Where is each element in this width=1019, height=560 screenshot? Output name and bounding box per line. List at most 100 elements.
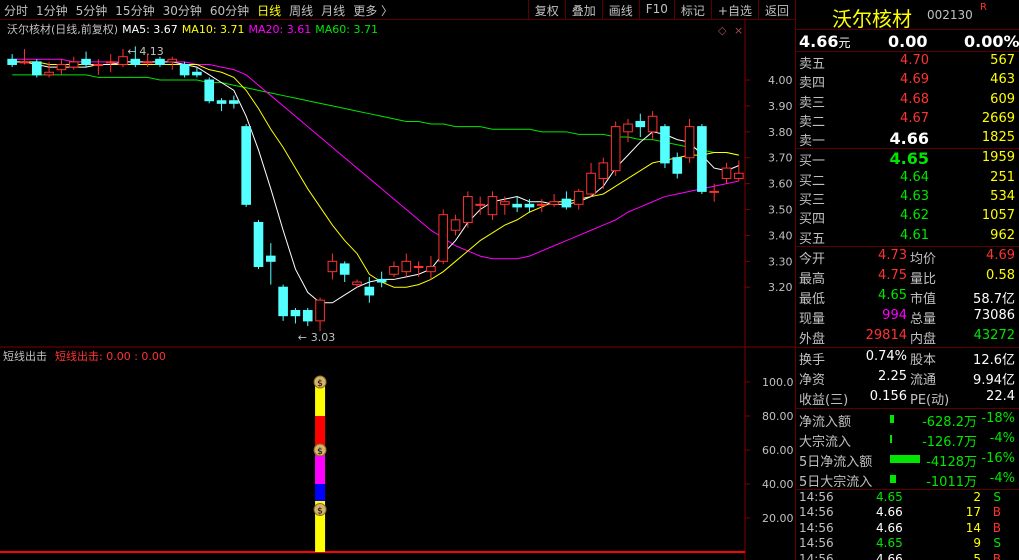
stat-value: 58.7亿: [973, 291, 1015, 307]
candle: [278, 284, 288, 321]
level-label: 卖二: [799, 114, 826, 130]
stock-mark: R: [980, 2, 987, 13]
flow-label: 5日大宗流入: [799, 474, 873, 490]
bid-row[interactable]: 买四 4.62 1057: [796, 207, 1019, 227]
trade-stats: 今开 4.73 均价 4.69 最高 4.75 量比 0.58 最低 4.65 市值 58.7亿 现量 9…: [796, 247, 1019, 348]
ind-tick-label: 60.00: [762, 444, 794, 457]
low-marker: ←: [298, 331, 307, 344]
period-tab[interactable]: 15分钟: [115, 4, 154, 18]
stat-label: 换手: [799, 352, 826, 368]
period-tab[interactable]: 更多 〉: [353, 4, 393, 18]
candle: [204, 77, 215, 104]
price-row: 4.66元 0.00 0.00%: [796, 30, 1019, 52]
quote-panel: 沃尔核材 002130 R 4.66元 0.00 0.00% 卖五 4.70 567…: [795, 0, 1019, 560]
candle: [31, 59, 42, 78]
stat-row: 收益(三) 0.156 PE(动) 22.4: [796, 388, 1019, 408]
level-price: 4.61: [900, 227, 929, 243]
tick-volume: 2: [973, 489, 981, 504]
bid-row[interactable]: 买五 4.61 962: [796, 227, 1019, 247]
ask-row[interactable]: 卖一 4.66 1825: [796, 129, 1019, 149]
tick-volume: 9: [973, 536, 981, 551]
period-tab[interactable]: 30分钟: [163, 4, 202, 18]
level-price: 4.65: [889, 149, 929, 169]
ask-row[interactable]: 卖四 4.69 463: [796, 71, 1019, 91]
stat-row: 今开 4.73 均价 4.69: [796, 247, 1019, 267]
tick-price: 4.65: [876, 489, 903, 504]
level-price: 4.62: [900, 208, 929, 224]
tool-button[interactable]: +自选: [710, 0, 758, 20]
candle: [438, 209, 449, 264]
tick-row: 14:56 4.66 17 B: [796, 505, 1019, 520]
bid-row[interactable]: 买二 4.64 251: [796, 169, 1019, 189]
ask-row[interactable]: 卖三 4.68 609: [796, 91, 1019, 111]
level-price: 4.66: [889, 129, 929, 149]
high-label: 4.13: [139, 45, 164, 58]
stat-value: 4.73: [878, 247, 907, 263]
tool-button[interactable]: 画线: [601, 0, 639, 20]
period-tab[interactable]: 周线: [289, 4, 313, 18]
flow-pct: -4%: [989, 470, 1015, 486]
stat-value: 4.69: [986, 247, 1015, 263]
tool-button[interactable]: 复权: [527, 0, 565, 20]
bid-row[interactable]: 买三 4.63 534: [796, 188, 1019, 208]
ask-row[interactable]: 卖五 4.70 567: [796, 52, 1019, 72]
tick-row: 14:56 4.66 14 B: [796, 521, 1019, 536]
stat-row: 现量 994 总量 73086: [796, 307, 1019, 327]
svg-text:$: $: [317, 507, 323, 517]
period-tab[interactable]: 5分钟: [76, 4, 108, 18]
indicator-name: 短线出击: [3, 349, 47, 363]
chart-bg: [0, 20, 795, 560]
level-price: 4.69: [900, 72, 929, 88]
stat-label: 今开: [799, 251, 826, 267]
flow-row: 5日净流入额 -4128万 -16%: [796, 449, 1019, 470]
legend-item: MA20: 3.61: [249, 23, 312, 36]
flow-label: 5日净流入额: [799, 454, 873, 470]
period-tab[interactable]: 60分钟: [210, 4, 249, 18]
last-price: 4.66元: [799, 32, 851, 51]
candle: [463, 191, 473, 228]
y-tick-label: 4.00: [768, 74, 793, 87]
flow-bar: [890, 414, 894, 423]
flow-value: -4128万: [926, 454, 977, 470]
stat-label: 市值: [910, 291, 937, 307]
period-tab[interactable]: 日线: [257, 4, 281, 18]
stock-name: 沃尔核材: [832, 7, 912, 31]
stat-value: 9.94亿: [973, 372, 1015, 388]
legend-item: MA60: 3.71: [315, 23, 378, 36]
tool-button[interactable]: 标记: [673, 0, 711, 20]
candle: [241, 124, 251, 207]
tick-row: 14:56 4.65 9 S: [796, 536, 1019, 551]
candle: [697, 124, 707, 194]
tick-list: 14:56 4.65 2 S 14:56 4.66 17 B 14:56 4.66 14 B 14:56…: [796, 490, 1019, 560]
period-tab[interactable]: 月线: [321, 4, 345, 18]
period-tab[interactable]: 分时: [4, 4, 28, 18]
stat-value: 22.4: [986, 388, 1015, 404]
bid-row[interactable]: 买一 4.65 1959: [796, 149, 1019, 169]
flow-value: -1011万: [926, 474, 977, 490]
y-tick-label: 3.80: [768, 126, 793, 139]
tool-button[interactable]: F10: [638, 0, 674, 20]
stat-label: 最低: [799, 291, 826, 307]
tool-button[interactable]: 叠加: [564, 0, 602, 20]
flow-bar: [890, 474, 896, 483]
legend-item: MA5: 3.67: [122, 23, 178, 36]
ind-tick-label: 40.00: [762, 478, 794, 491]
level-volume: 962: [990, 227, 1015, 243]
level-price: 4.70: [900, 53, 929, 68]
flow-label: 净流入额: [799, 414, 852, 430]
period-tab[interactable]: 1分钟: [36, 4, 68, 18]
kline-chart-area[interactable]: 沃尔核材(日线,前复权) MA5: 3.67 MA10: 3.71 MA20: 3.6…: [0, 20, 795, 560]
tick-volume: 5: [973, 551, 981, 560]
level-price: 4.64: [900, 169, 929, 185]
close-icon[interactable]: ×: [734, 24, 743, 37]
diamond-icon[interactable]: ◇: [718, 24, 727, 37]
ask-book: 卖五 4.70 567 卖四 4.69 463 卖三 4.68 609 卖二 4.67 2669 卖一 4…: [796, 52, 1019, 150]
candle: [660, 124, 670, 169]
ask-row[interactable]: 卖二 4.67 2669: [796, 110, 1019, 130]
stat-label: 量比: [910, 271, 937, 287]
level-label: 买五: [799, 231, 826, 247]
stat-label: 净资: [799, 372, 826, 388]
tick-volume: 17: [965, 505, 981, 520]
level-volume: 534: [990, 189, 1015, 205]
tool-button[interactable]: 返回: [757, 0, 795, 20]
